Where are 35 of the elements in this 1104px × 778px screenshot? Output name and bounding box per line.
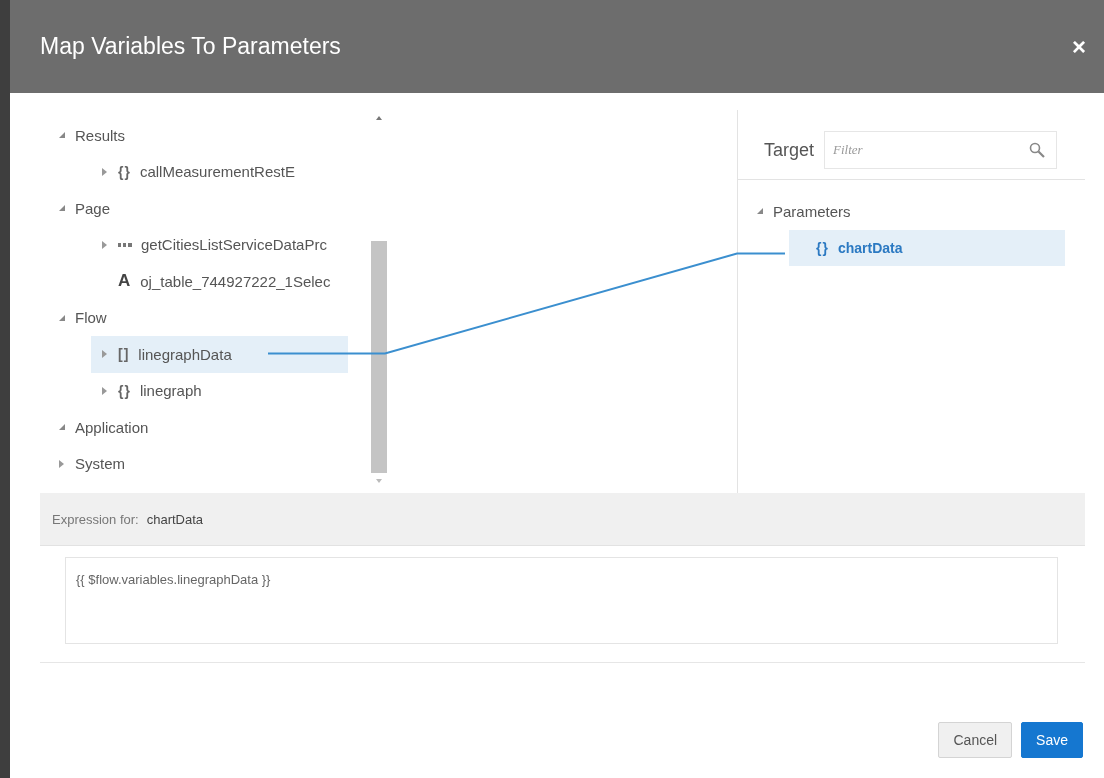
- tree-item[interactable]: Parameters: [746, 193, 1085, 230]
- tree-item[interactable]: getCitiesListServiceDataPrc: [91, 226, 370, 263]
- scroll-up-icon[interactable]: [376, 116, 382, 120]
- save-button[interactable]: Save: [1021, 722, 1083, 758]
- collapsed-icon[interactable]: [101, 350, 109, 359]
- expanded-icon[interactable]: [58, 131, 66, 140]
- scroll-down-icon[interactable]: [376, 479, 382, 483]
- expression-label: Expression for:: [52, 511, 139, 527]
- expanded-icon[interactable]: [58, 204, 66, 213]
- collapsed-icon[interactable]: [101, 386, 109, 395]
- expanded-icon[interactable]: [58, 423, 66, 432]
- target-label: Target: [764, 139, 815, 161]
- expression-target: chartData: [146, 511, 204, 527]
- tree-item[interactable]: Application: [48, 409, 370, 446]
- tree-item[interactable]: Results: [48, 117, 370, 154]
- tree-item[interactable]: System: [48, 445, 370, 482]
- cancel-button[interactable]: Cancel: [938, 722, 1013, 758]
- service-icon: [118, 241, 132, 248]
- expanded-icon[interactable]: [58, 313, 66, 322]
- tree-item[interactable]: Flow: [48, 299, 370, 336]
- collapsed-icon[interactable]: [58, 459, 66, 468]
- tree-item[interactable]: {} linegraph: [91, 372, 370, 409]
- close-button[interactable]: ×: [1072, 32, 1086, 61]
- filter-field[interactable]: Filter: [824, 131, 1057, 169]
- expanded-icon[interactable]: [756, 207, 764, 216]
- collapsed-icon[interactable]: [101, 240, 109, 249]
- expression-field[interactable]: {{ $flow.variables.linegraphData }}: [65, 557, 1058, 644]
- dialog-title: Map Variables To Parameters: [40, 33, 341, 60]
- tree-item[interactable]: {} chartData: [789, 229, 1065, 266]
- tree-item[interactable]: {} callMeasurementRestE: [91, 153, 370, 190]
- tree-item[interactable]: Page: [48, 190, 370, 227]
- tree-item[interactable]: [] linegraphData: [91, 336, 348, 373]
- tree-item[interactable]: A oj_table_744927222_1Selec: [91, 263, 370, 300]
- collapsed-icon[interactable]: [101, 167, 109, 176]
- search-icon[interactable]: [1029, 142, 1045, 158]
